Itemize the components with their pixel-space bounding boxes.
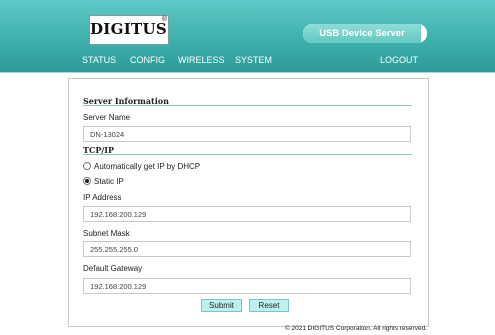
- dhcp-radio-option[interactable]: Automatically get IP by DHCP: [83, 161, 200, 171]
- dhcp-radio[interactable]: [83, 162, 91, 170]
- reset-button[interactable]: Reset: [249, 299, 289, 312]
- product-name: USB Device Server: [303, 24, 421, 43]
- registered-mark: ®: [161, 16, 167, 23]
- subnet-mask-label: Subnet Mask: [83, 229, 130, 238]
- ip-address-label: IP Address: [83, 193, 122, 202]
- static-ip-radio-option[interactable]: Static IP: [83, 176, 124, 186]
- default-gateway-input[interactable]: [83, 278, 411, 294]
- section-divider: [83, 105, 412, 106]
- nav-wireless[interactable]: WIRELESS: [178, 55, 225, 65]
- nav-system[interactable]: SYSTEM: [235, 55, 272, 65]
- dhcp-radio-label: Automatically get IP by DHCP: [94, 161, 201, 171]
- server-name-input[interactable]: [83, 126, 411, 142]
- digitus-logo: DIGITUS ®: [89, 15, 169, 45]
- header-bar: DIGITUS ® USB Device Server STATUS CONFI…: [0, 0, 495, 73]
- nav-config[interactable]: CONFIG: [130, 55, 165, 65]
- copyright-text: © 2021 DIGITUS Corporation. All rights r…: [284, 325, 427, 332]
- product-badge: USB Device Server: [303, 24, 427, 43]
- ip-address-input[interactable]: [83, 206, 411, 222]
- default-gateway-label: Default Gateway: [83, 264, 143, 273]
- server-name-label: Server Name: [83, 113, 131, 122]
- nav-logout[interactable]: LOGOUT: [380, 55, 418, 65]
- submit-button[interactable]: Submit: [201, 299, 242, 312]
- section-divider: [83, 154, 412, 155]
- static-ip-radio[interactable]: [83, 177, 91, 185]
- logo-text: DIGITUS: [90, 20, 168, 38]
- subnet-mask-input[interactable]: [83, 241, 411, 257]
- nav-status[interactable]: STATUS: [82, 55, 116, 65]
- static-ip-radio-label: Static IP: [94, 176, 124, 186]
